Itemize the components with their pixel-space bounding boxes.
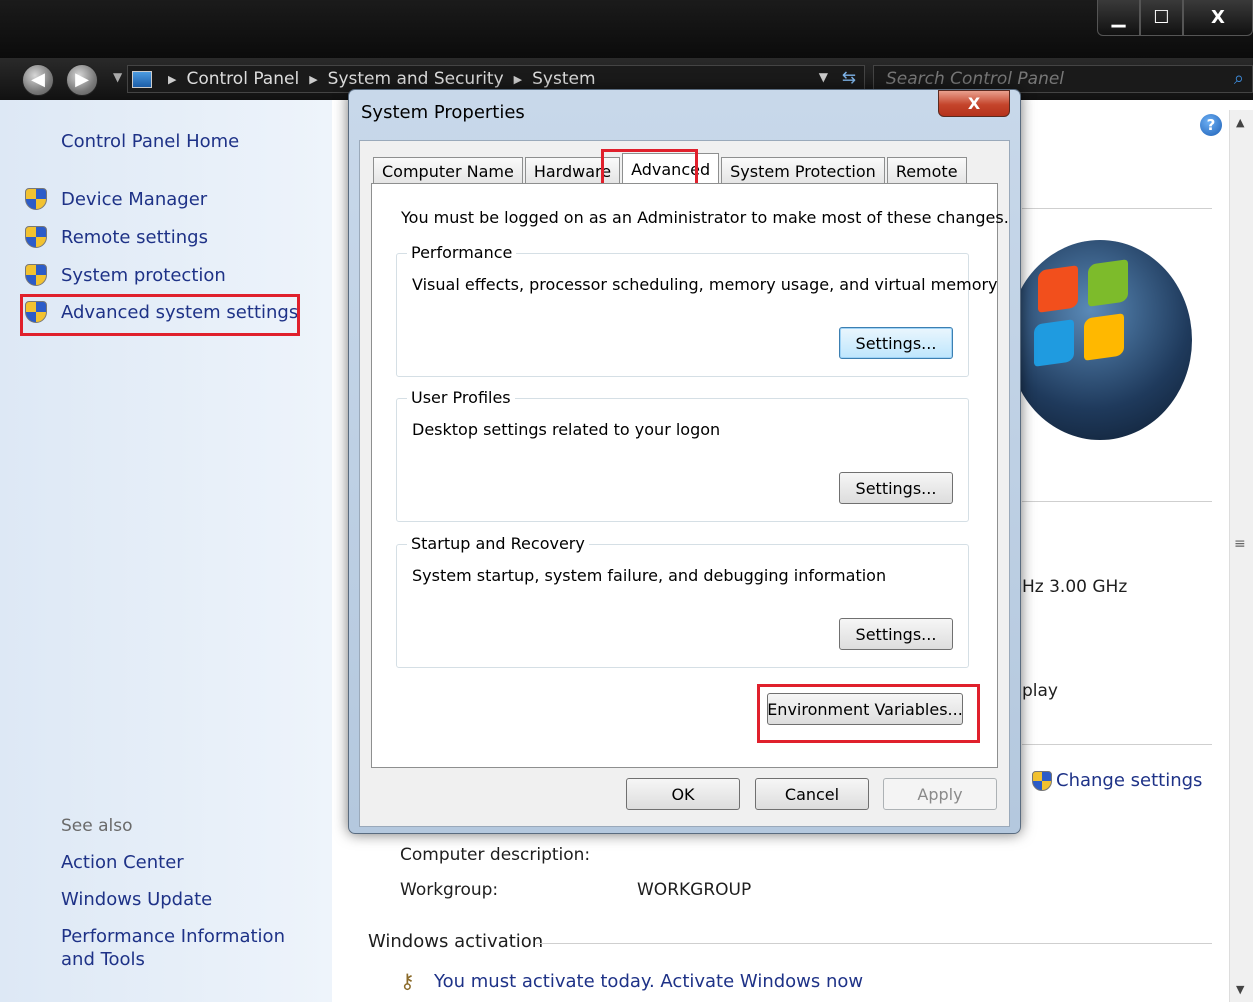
tab-computer-name[interactable]: Computer Name — [373, 157, 523, 185]
uac-shield-icon — [25, 188, 47, 210]
activation-label: You must activate today. Activate Window… — [434, 970, 864, 992]
administrator-note: You must be logged on as an Administrato… — [401, 208, 1009, 227]
control-panel-home-link[interactable]: Control Panel Home — [61, 131, 239, 152]
maximize-button[interactable]: ☐ — [1140, 0, 1183, 36]
scroll-grip-icon[interactable]: ≡ — [1234, 536, 1246, 552]
control-panel-icon — [132, 70, 152, 88]
group-description: Desktop settings related to your logon — [412, 420, 721, 439]
task-device-manager[interactable]: Device Manager — [25, 188, 207, 210]
minimize-button[interactable]: ▁ — [1097, 0, 1140, 36]
windows-activation-heading: Windows activation — [368, 931, 544, 952]
environment-variables-button[interactable]: Environment Variables... — [767, 693, 963, 725]
refresh-icon[interactable]: ⇆ — [842, 68, 856, 88]
tab-remote[interactable]: Remote — [886, 157, 967, 185]
scroll-down-icon[interactable]: ▼ — [1236, 983, 1244, 996]
highlight-box-advanced-system-settings — [20, 294, 300, 336]
breadcrumb-system[interactable]: System — [532, 69, 595, 89]
windows-logo — [1008, 240, 1192, 440]
windows-flag-green-pane — [1088, 259, 1128, 307]
advanced-tab-panel: You must be logged on as an Administrato… — [371, 183, 1009, 768]
change-settings-label: Change settings — [1056, 770, 1203, 791]
performance-information-link[interactable]: Performance Information and Tools — [61, 925, 321, 971]
cancel-button[interactable]: Cancel — [755, 778, 869, 810]
workgroup-label: Workgroup: — [400, 880, 499, 900]
address-dropdown-icon[interactable]: ▼ — [819, 70, 828, 84]
window-controls: ▁ ☐ X — [1097, 0, 1253, 40]
breadcrumb-separator-icon[interactable]: ▶ — [514, 73, 522, 86]
left-navigation-pane: Control Panel Home Device Manager Remote… — [0, 100, 332, 1002]
scroll-up-icon[interactable]: ▲ — [1236, 116, 1244, 129]
tab-system-protection[interactable]: System Protection — [721, 157, 885, 185]
startup-recovery-group: Startup and Recovery System startup, sys… — [396, 534, 969, 668]
group-label: User Profiles — [407, 388, 515, 407]
windows-flag-red-pane — [1038, 265, 1078, 313]
change-settings-link[interactable]: Change settings — [1032, 770, 1202, 791]
workgroup-value: WORKGROUP — [637, 880, 752, 900]
divider — [1022, 208, 1212, 209]
group-label: Performance — [407, 243, 517, 262]
breadcrumb-separator-icon[interactable]: ▶ — [168, 73, 176, 86]
uac-shield-icon — [25, 226, 47, 248]
vertical-scrollbar[interactable]: ▲ ≡ ▼ — [1229, 110, 1253, 1002]
help-icon[interactable]: ? — [1200, 114, 1222, 136]
activate-windows-link[interactable]: ⚷ You must activate today. Activate Wind… — [400, 970, 863, 992]
user-profiles-group: User Profiles Desktop settings related t… — [396, 388, 969, 522]
system-properties-dialog: System Properties X Computer Name Hardwa… — [348, 89, 1021, 834]
ok-button[interactable]: OK — [626, 778, 740, 810]
task-system-protection[interactable]: System protection — [25, 264, 226, 286]
breadcrumb-system-and-security[interactable]: System and Security — [328, 69, 504, 89]
windows-flag-blue-pane — [1034, 319, 1074, 367]
performance-group: Performance Visual effects, processor sc… — [396, 243, 998, 377]
apply-button[interactable]: Apply — [883, 778, 997, 810]
divider — [1022, 501, 1212, 502]
forward-button[interactable]: ▶ — [66, 64, 98, 96]
dialog-title: System Properties — [361, 102, 525, 123]
windows-update-link[interactable]: Windows Update — [61, 889, 212, 910]
processor-speed-value: Hz 3.00 GHz — [1022, 577, 1128, 597]
back-button[interactable]: ◀ — [22, 64, 54, 96]
dialog-body: Computer Name Hardware Advanced System P… — [359, 140, 1010, 827]
window-titlebar: ▁ ☐ X — [0, 0, 1253, 58]
windows-flag-yellow-pane — [1084, 313, 1124, 361]
computer-description-label: Computer description: — [400, 845, 591, 865]
pen-touch-display-text: play — [1022, 681, 1058, 701]
see-also-heading: See also — [61, 816, 133, 836]
uac-shield-icon — [25, 264, 47, 286]
key-icon: ⚷ — [400, 969, 415, 993]
task-label: System protection — [61, 264, 226, 286]
breadcrumb-control-panel[interactable]: Control Panel — [186, 69, 299, 89]
task-label: Device Manager — [61, 188, 208, 210]
breadcrumb-separator-icon[interactable]: ▶ — [309, 73, 317, 86]
task-remote-settings[interactable]: Remote settings — [25, 226, 208, 248]
dialog-close-button[interactable]: X — [938, 90, 1010, 117]
recent-pages-dropdown[interactable]: ▼ — [113, 70, 122, 84]
close-window-button[interactable]: X — [1183, 0, 1253, 36]
divider — [536, 943, 1212, 944]
group-description: Visual effects, processor scheduling, me… — [412, 275, 998, 294]
action-center-link[interactable]: Action Center — [61, 852, 184, 873]
user-profiles-settings-button[interactable]: Settings... — [839, 472, 953, 504]
task-label: Remote settings — [61, 226, 208, 248]
group-description: System startup, system failure, and debu… — [412, 566, 887, 585]
divider — [1022, 744, 1212, 745]
group-label: Startup and Recovery — [407, 534, 589, 553]
search-placeholder: Search Control Panel — [886, 69, 1065, 89]
performance-settings-button[interactable]: Settings... — [839, 327, 953, 359]
uac-shield-icon — [1032, 770, 1052, 791]
search-icon[interactable]: ⌕ — [1234, 68, 1244, 89]
startup-recovery-settings-button[interactable]: Settings... — [839, 618, 953, 650]
